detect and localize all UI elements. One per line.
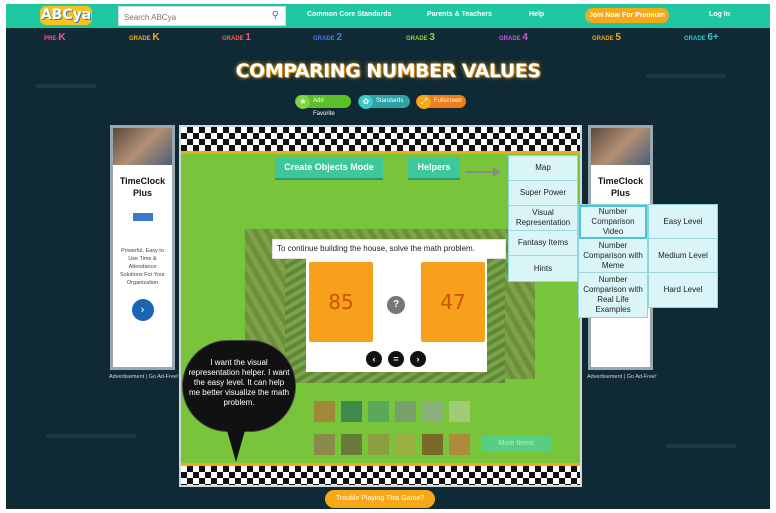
page-title: COMPARING NUMBER VALUES: [235, 60, 541, 82]
item-tile[interactable]: [422, 401, 443, 422]
nav-common-core-standards[interactable]: Common Core Standards: [307, 11, 391, 18]
visual-representation-submenu: Number Comparison Video Number Compariso…: [578, 204, 648, 318]
page-frame: ABCya ⚲ Common Core Standards Parents & …: [6, 4, 770, 509]
bg-decoration: [666, 444, 736, 448]
speech-bubble: I want the visual representation helper.…: [182, 340, 296, 465]
item-tile[interactable]: [422, 434, 443, 455]
ad-logo: [132, 213, 153, 221]
star-icon: ★: [296, 95, 310, 109]
login-link[interactable]: Log In: [709, 11, 730, 18]
checkered-border-bottom: [181, 466, 580, 485]
ad-title: TimeClock Plus: [597, 176, 644, 198]
ad-image: [591, 128, 650, 165]
grade-6-plus-link[interactable]: GRADE 6+: [684, 32, 719, 43]
ad-image: [113, 128, 172, 165]
arrow-right-icon: [465, 167, 501, 177]
ad-caption-right[interactable]: Advertisement | Go Ad-Free!: [587, 374, 657, 380]
left-advertisement[interactable]: TimeClock Plus Powerful, Easy to Use Tim…: [110, 125, 175, 370]
item-tile[interactable]: [395, 434, 416, 455]
create-objects-mode-button[interactable]: Create Objects Mode: [275, 157, 383, 178]
fullscreen-icon: ⤢: [417, 95, 431, 109]
bg-decoration: [36, 84, 96, 88]
item-tile[interactable]: [368, 401, 389, 422]
next-symbol-button[interactable]: ›: [410, 351, 426, 367]
standards-button[interactable]: ✿ Standards: [358, 95, 410, 109]
item-tile[interactable]: [341, 434, 362, 455]
nav-parents-teachers[interactable]: Parents & Teachers: [427, 11, 492, 18]
top-navigation: ABCya ⚲ Common Core Standards Parents & …: [6, 4, 770, 28]
search-icon[interactable]: ⚲: [272, 10, 279, 21]
ad-text: Powerful, Easy to Use Time & Attendance …: [120, 248, 165, 286]
level-item-medium[interactable]: Medium Level: [649, 239, 717, 273]
speech-bubble-tail: [224, 420, 248, 462]
math-prompt: To continue building the house, solve th…: [273, 240, 505, 258]
checkered-border-top: [181, 127, 580, 151]
standards-icon: ✿: [359, 95, 373, 109]
grade-2-link[interactable]: GRADE 2: [313, 32, 342, 43]
grade-3-link[interactable]: GRADE 3: [406, 32, 435, 43]
bg-decoration: [46, 434, 136, 438]
previous-symbol-button[interactable]: ‹: [366, 351, 382, 367]
submenu-item-comparison-video[interactable]: Number Comparison Video: [579, 205, 647, 239]
menu-item-map[interactable]: Map: [509, 156, 577, 181]
comparison-panel: 85 ? 47 ‹ = ›: [306, 258, 487, 372]
equals-symbol-button[interactable]: =: [388, 351, 404, 367]
abcya-logo[interactable]: ABCya: [40, 6, 92, 25]
nav-help[interactable]: Help: [529, 11, 544, 18]
left-number-card: 85: [309, 262, 373, 342]
standards-label: Standards: [376, 98, 404, 104]
orange-line: [181, 151, 580, 154]
grade-4-link[interactable]: GRADE 4: [499, 32, 528, 43]
menu-item-super-power[interactable]: Super Power: [509, 181, 577, 206]
menu-item-visual-representation[interactable]: Visual Representation: [509, 206, 577, 231]
item-tile[interactable]: [314, 401, 335, 422]
submenu-item-real-life-examples[interactable]: Number Comparison with Real Life Example…: [579, 273, 647, 317]
more-items-button[interactable]: More Items: [481, 436, 551, 452]
right-number-card: 47: [421, 262, 485, 342]
speech-bubble-text: I want the visual representation helper.…: [188, 358, 290, 407]
comparison-symbol: ?: [387, 296, 405, 314]
grade-bar: PRE-K GRADE K GRADE 1 GRADE 2 GRADE 3 GR…: [6, 28, 770, 48]
submenu-item-comparison-meme[interactable]: Number Comparison with Meme: [579, 239, 647, 273]
helpers-menu: Map Super Power Visual Representation Fa…: [508, 155, 578, 282]
item-tile[interactable]: [341, 401, 362, 422]
trouble-playing-button[interactable]: Trouble Playing This Game?: [325, 490, 435, 508]
helpers-button[interactable]: Helpers: [408, 157, 460, 178]
item-tile[interactable]: [314, 434, 335, 455]
grade-pre-k-link[interactable]: PRE-K: [44, 32, 66, 43]
ad-caption-left[interactable]: Advertisement | Go Ad-Free!: [109, 374, 179, 380]
add-favorite-button[interactable]: ★ Add Favorite: [295, 95, 351, 117]
search-box: ⚲: [118, 6, 286, 27]
menu-item-hints[interactable]: Hints: [509, 256, 577, 281]
level-item-hard[interactable]: Hard Level: [649, 273, 717, 307]
level-submenu: Easy Level Medium Level Hard Level: [648, 204, 718, 308]
fullscreen-button[interactable]: ⤢ Fullscreen: [416, 95, 466, 109]
level-item-easy[interactable]: Easy Level: [649, 205, 717, 239]
menu-item-fantasy-items[interactable]: Fantasy Items: [509, 231, 577, 256]
item-tile[interactable]: [449, 401, 470, 422]
search-input[interactable]: [119, 8, 259, 27]
fullscreen-label: Fullscreen: [434, 98, 462, 104]
item-tile[interactable]: [368, 434, 389, 455]
grade-1-link[interactable]: GRADE 1: [222, 32, 251, 43]
ad-arrow-button[interactable]: ›: [131, 299, 154, 321]
add-favorite-label: Add Favorite: [313, 98, 335, 117]
grade-5-link[interactable]: GRADE 5: [592, 32, 621, 43]
grade-k-link[interactable]: GRADE K: [129, 32, 160, 43]
join-premium-button[interactable]: Join Now For Premium: [585, 8, 669, 23]
ad-title: TimeClock Plus: [119, 176, 166, 198]
item-tile[interactable]: [449, 434, 470, 455]
item-tile[interactable]: [395, 401, 416, 422]
